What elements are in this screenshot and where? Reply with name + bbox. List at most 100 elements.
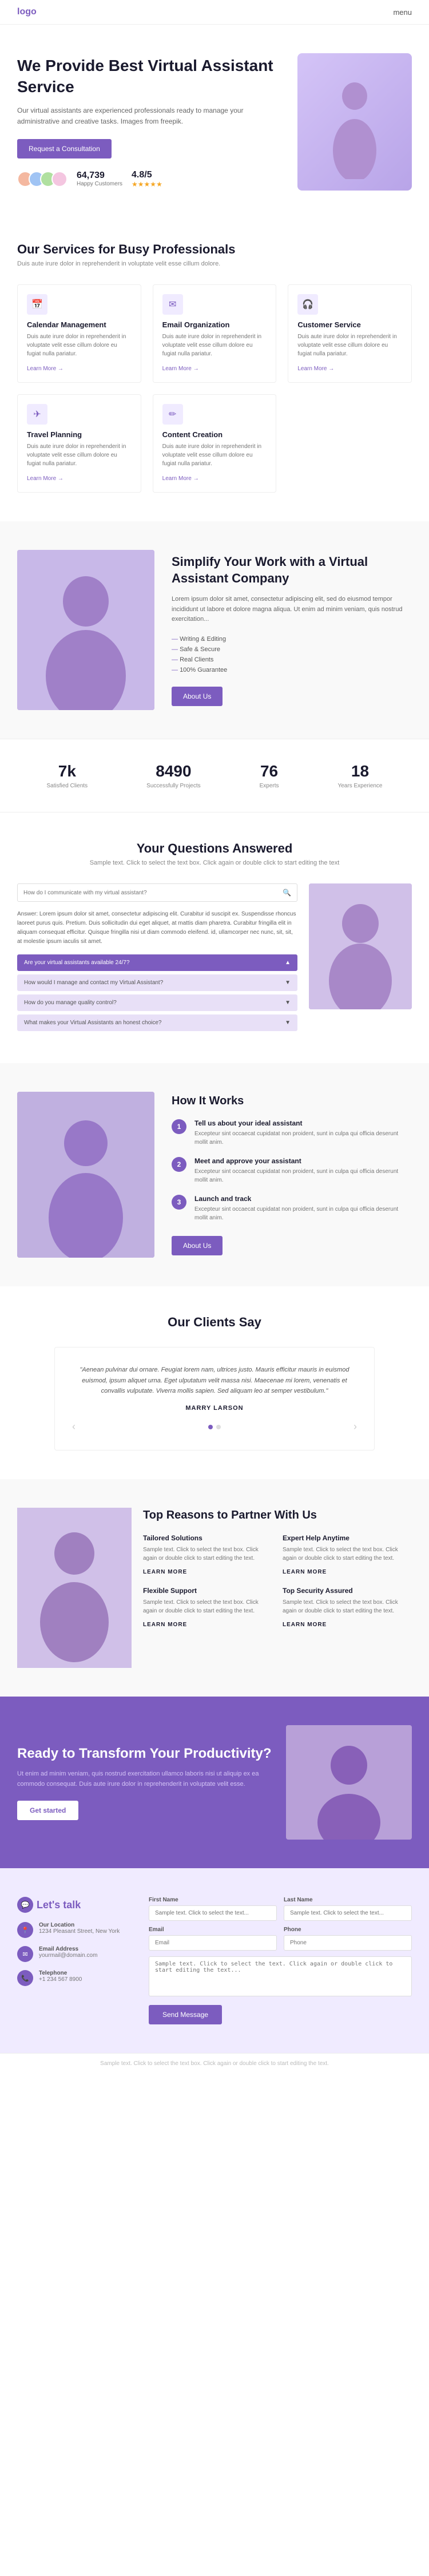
reason-desc: Sample text. Click to select the text bo… bbox=[283, 1598, 412, 1615]
footer: Sample text. Click to select the text bo… bbox=[0, 2053, 429, 2074]
email-field: Email bbox=[149, 1927, 277, 1951]
testimonial-card: "Aenean pulvinar dui ornare. Feugiat lor… bbox=[54, 1347, 375, 1451]
service-desc: Duis aute irure dolor in reprehenderit i… bbox=[162, 442, 267, 468]
faq-image bbox=[309, 883, 412, 1009]
first-name-label: First Name bbox=[149, 1897, 277, 1903]
reason-item: Top Security Assured Sample text. Click … bbox=[283, 1587, 412, 1629]
step-title: Launch and track bbox=[194, 1195, 412, 1203]
learn-more-link[interactable]: Learn More → bbox=[162, 366, 199, 372]
simplify-image-inner bbox=[17, 550, 154, 710]
services-grid: 📅 Calendar Management Duis aute irure do… bbox=[17, 284, 412, 493]
hero-image bbox=[297, 53, 412, 191]
how-button[interactable]: About Us bbox=[172, 1236, 223, 1255]
nav-dot-1[interactable] bbox=[208, 1425, 213, 1429]
how-step: 2 Meet and approve your assistant Except… bbox=[172, 1157, 412, 1184]
stat-item: 8490 Successfully Projects bbox=[146, 762, 200, 789]
simplify-title: Simplify Your Work with a Virtual Assist… bbox=[172, 554, 412, 586]
message-textarea[interactable] bbox=[149, 1956, 412, 1996]
reasons-image bbox=[17, 1508, 132, 1668]
chevron-icon: ▲ bbox=[285, 960, 291, 966]
service-card: ✈ Travel Planning Duis aute irure dolor … bbox=[17, 394, 141, 493]
step-title: Meet and approve your assistant bbox=[194, 1157, 412, 1165]
service-icon: ✏ bbox=[162, 404, 183, 425]
step-number: 1 bbox=[172, 1119, 186, 1134]
service-icon: ✉ bbox=[162, 294, 183, 315]
stat-name: Successfully Projects bbox=[146, 783, 200, 789]
first-name-input[interactable] bbox=[149, 1905, 277, 1921]
reason-link[interactable]: LEARN MORE bbox=[143, 1569, 187, 1575]
rating-number: 4.8/5 bbox=[132, 170, 162, 180]
simplify-feature: Writing & Editing bbox=[172, 634, 412, 644]
nav-dot-2[interactable] bbox=[216, 1425, 221, 1429]
contact-info: 💬 Let's talk 📍 Our Location 1234 Pleasan… bbox=[17, 1897, 132, 2024]
service-title: Customer Service bbox=[297, 320, 402, 329]
stat-name: Experts bbox=[260, 783, 279, 789]
contact-form: First Name Last Name Email Phone bbox=[149, 1897, 412, 2024]
simplify-section: Simplify Your Work with a Virtual Assist… bbox=[0, 521, 429, 739]
simplify-button[interactable]: About Us bbox=[172, 687, 223, 706]
faq-title: Your Questions Answered bbox=[17, 841, 412, 856]
faq-accordion-item[interactable]: Are your virtual assistants available 24… bbox=[17, 954, 297, 971]
how-image bbox=[17, 1092, 154, 1258]
faq-search-input[interactable] bbox=[23, 890, 283, 896]
faq-accordion-item[interactable]: How would I manage and contact my Virtua… bbox=[17, 974, 297, 991]
faq-question: How would I manage and contact my Virtua… bbox=[24, 980, 163, 986]
services-section: Our Services for Busy Professionals Duis… bbox=[0, 213, 429, 521]
how-content: How It Works 1 Tell us about your ideal … bbox=[172, 1095, 412, 1255]
last-name-input[interactable] bbox=[284, 1905, 412, 1921]
phone-field: Phone bbox=[284, 1927, 412, 1951]
service-title: Calendar Management bbox=[27, 320, 132, 329]
step-title: Tell us about your ideal assistant bbox=[194, 1119, 412, 1127]
cta-image bbox=[286, 1725, 412, 1840]
cta-button[interactable]: Get started bbox=[17, 1801, 78, 1820]
step-content: Tell us about your ideal assistant Excep… bbox=[194, 1119, 412, 1147]
step-desc: Excepteur sint occaecat cupidatat non pr… bbox=[194, 1167, 412, 1184]
testimonial-author: MARRY LARSON bbox=[72, 1405, 357, 1412]
service-card: ✉ Email Organization Duis aute irure dol… bbox=[153, 284, 277, 383]
step-content: Meet and approve your assistant Excepteu… bbox=[194, 1157, 412, 1184]
how-step: 3 Launch and track Excepteur sint occaec… bbox=[172, 1195, 412, 1222]
learn-more-link[interactable]: Learn More → bbox=[162, 475, 199, 482]
service-desc: Duis aute irure dolor in reprehenderit i… bbox=[27, 442, 132, 468]
reason-link[interactable]: LEARN MORE bbox=[283, 1622, 327, 1628]
learn-more-link[interactable]: Learn More → bbox=[297, 366, 334, 372]
nav-menu[interactable]: menu bbox=[393, 8, 412, 17]
stats-row: 7k Satisfied Clients 8490 Successfully P… bbox=[0, 739, 429, 813]
stat-name: Satisfied Clients bbox=[46, 783, 88, 789]
testimonial-prev-arrow[interactable]: ‹ bbox=[72, 1421, 76, 1433]
step-number: 3 bbox=[172, 1195, 186, 1210]
footer-text: Sample text. Click to select the text bo… bbox=[17, 2060, 412, 2067]
stat-number: 7k bbox=[46, 762, 88, 780]
stat-item: 76 Experts bbox=[260, 762, 279, 789]
navbar: logo menu bbox=[0, 0, 429, 25]
form-submit-button[interactable]: Send Message bbox=[149, 2005, 222, 2024]
testimonial-next-arrow[interactable]: › bbox=[353, 1421, 357, 1433]
services-title: Our Services for Busy Professionals bbox=[17, 242, 412, 257]
faq-accordion-item[interactable]: How do you manage quality control? ▼ bbox=[17, 994, 297, 1011]
service-desc: Duis aute irure dolor in reprehenderit i… bbox=[27, 332, 132, 358]
simplify-features: Writing & EditingSafe & SecureReal Clien… bbox=[172, 634, 412, 675]
email-input[interactable] bbox=[149, 1935, 277, 1951]
reason-desc: Sample text. Click to select the text bo… bbox=[143, 1545, 272, 1563]
form-contact-row: Email Phone bbox=[149, 1927, 412, 1951]
phone-input[interactable] bbox=[284, 1935, 412, 1951]
reason-title: Tailored Solutions bbox=[143, 1534, 272, 1542]
testimonial-section: Our Clients Say "Aenean pulvinar dui orn… bbox=[0, 1286, 429, 1479]
customers-number: 64,739 bbox=[77, 171, 122, 181]
learn-more-link[interactable]: Learn More → bbox=[27, 475, 63, 482]
learn-more-link[interactable]: Learn More → bbox=[27, 366, 63, 372]
how-title: How It Works bbox=[172, 1095, 412, 1108]
reason-item: Expert Help Anytime Sample text. Click t… bbox=[283, 1534, 412, 1576]
reason-link[interactable]: LEARN MORE bbox=[143, 1622, 187, 1628]
stat-number: 18 bbox=[337, 762, 382, 780]
faq-accordion-item[interactable]: What makes your Virtual Assistants an ho… bbox=[17, 1014, 297, 1031]
hero-image-placeholder bbox=[297, 53, 412, 191]
service-card: 📅 Calendar Management Duis aute irure do… bbox=[17, 284, 141, 383]
reason-link[interactable]: LEARN MORE bbox=[283, 1569, 327, 1575]
reason-title: Flexible Support bbox=[143, 1587, 272, 1595]
contact-location: 📍 Our Location 1234 Pleasant Street, New… bbox=[17, 1922, 132, 1938]
stat-item: 7k Satisfied Clients bbox=[46, 762, 88, 789]
contact-brand-text: Let's talk bbox=[37, 1899, 81, 1911]
hero-cta-button[interactable]: Request a Consultation bbox=[17, 139, 112, 158]
customers-stat: 64,739 Happy Customers bbox=[77, 171, 122, 187]
